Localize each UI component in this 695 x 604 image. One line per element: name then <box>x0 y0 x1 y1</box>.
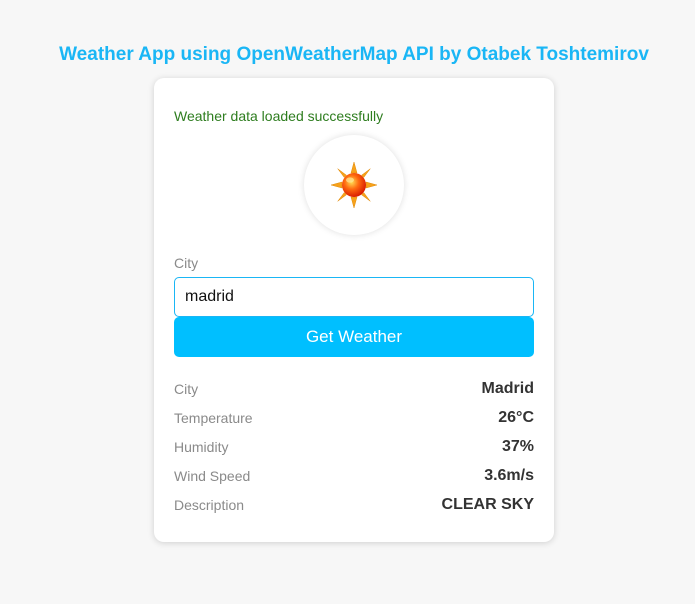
sun-icon <box>330 161 378 209</box>
detail-label: Description <box>174 496 245 513</box>
detail-value: Madrid <box>481 379 534 397</box>
detail-row-temperature: Temperature 26°C <box>174 403 534 432</box>
get-weather-button[interactable]: Get Weather <box>174 317 534 357</box>
detail-value: 3.6m/s <box>484 466 534 484</box>
weather-icon-container <box>304 135 404 235</box>
detail-row-city: City Madrid <box>174 374 534 403</box>
detail-value: CLEAR SKY <box>441 495 534 513</box>
detail-label: Temperature <box>174 409 253 426</box>
detail-row-description: Description CLEAR SKY <box>174 490 534 519</box>
weather-card: Weather data loaded successfully City ma… <box>154 78 554 542</box>
detail-value: 26°C <box>498 408 534 426</box>
weather-details: City Madrid Temperature 26°C Humidity 37… <box>174 374 534 519</box>
city-input[interactable] <box>174 277 534 317</box>
city-label: City <box>174 255 199 271</box>
detail-label: City <box>174 380 199 397</box>
detail-label: Humidity <box>174 438 229 455</box>
detail-row-humidity: Humidity 37% <box>174 432 534 461</box>
detail-value: 37% <box>501 437 534 455</box>
detail-label: Wind Speed <box>174 467 251 484</box>
detail-row-wind-speed: Wind Speed 3.6m/s <box>174 461 534 490</box>
status-message: Weather data loaded successfully <box>174 108 384 124</box>
page-title: Weather App using OpenWeatherMap API by … <box>59 44 649 65</box>
